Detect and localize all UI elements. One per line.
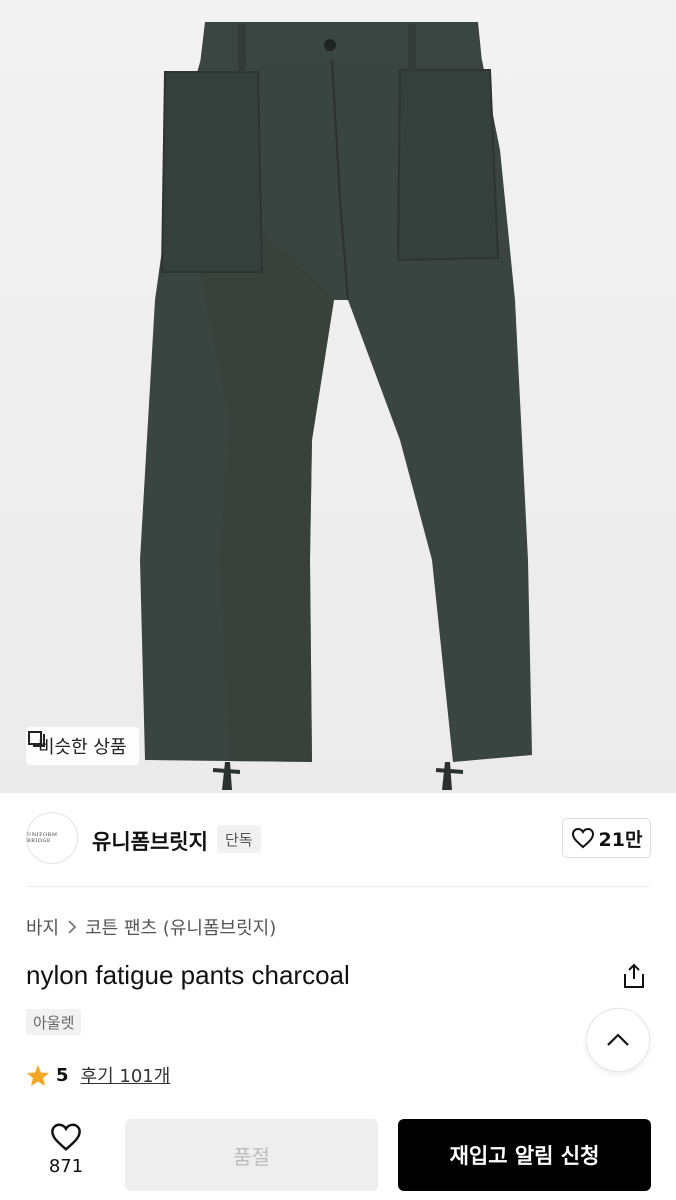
bottom-action-bar: 871 품절 재입고 알림 신청 — [0, 1108, 676, 1200]
soldout-button: 품절 — [125, 1119, 378, 1191]
pants-illustration — [140, 22, 532, 790]
share-icon[interactable] — [621, 962, 647, 990]
similar-products-button[interactable]: 비슷한 상품 — [26, 727, 139, 765]
reviews-link[interactable]: 후기 101개 — [81, 1062, 171, 1088]
similar-items-icon — [28, 731, 45, 747]
product-title: nylon fatigue pants charcoal — [26, 960, 350, 990]
brand-like-count: 21만 — [598, 828, 643, 851]
breadcrumb-item-subcategory[interactable]: 코튼 팬츠 (유니폼브릿지) — [85, 914, 276, 940]
wishlist-count: 871 — [48, 1156, 84, 1177]
brand-exclusive-tag: 단독 — [217, 825, 261, 853]
similar-products-label: 비슷한 상품 — [38, 737, 127, 758]
product-image[interactable]: 비슷한 상품 — [0, 0, 676, 793]
breadcrumb-item-category[interactable]: 바지 — [26, 914, 59, 940]
wishlist-button[interactable]: 871 — [26, 1122, 106, 1188]
chevron-right-icon — [68, 920, 77, 934]
brand-name[interactable]: 유니폼브릿지 — [92, 826, 208, 856]
breadcrumb: 바지 코튼 팬츠 (유니폼브릿지) — [26, 914, 276, 940]
heart-outline-icon — [51, 1123, 81, 1151]
star-icon — [27, 1064, 49, 1086]
scroll-to-top-button[interactable] — [586, 1008, 650, 1072]
rating-score: 5 — [56, 1064, 69, 1086]
chevron-up-icon — [607, 1033, 629, 1046]
brand-logo[interactable]: UNIFORM BRIDGE — [26, 812, 78, 864]
rating-row: 5 후기 101개 — [26, 1062, 170, 1088]
heart-outline-icon — [571, 827, 594, 849]
brand-logo-text: UNIFORM BRIDGE — [27, 832, 58, 844]
outlet-badge: 아울렛 — [26, 1009, 82, 1035]
divider — [26, 886, 650, 887]
restock-alert-button[interactable]: 재입고 알림 신청 — [398, 1119, 651, 1191]
brand-like-button[interactable]: 21만 — [562, 818, 651, 858]
brand-row: UNIFORM BRIDGE 유니폼브릿지 단독 21만 — [0, 808, 676, 872]
